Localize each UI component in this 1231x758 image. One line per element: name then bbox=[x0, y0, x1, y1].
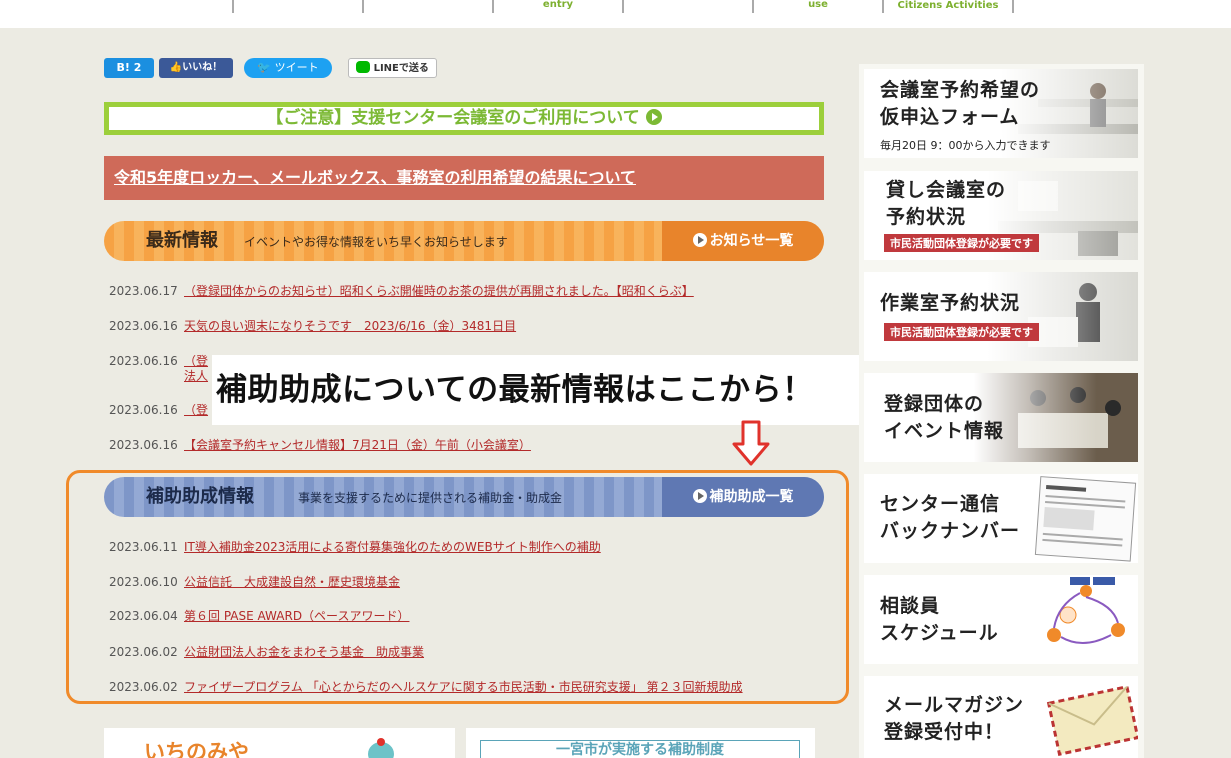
meeting-room-notice-text: 【ご注意】支援センター会議室のご利用について bbox=[266, 108, 640, 128]
twitter-bird-icon: 🐦 bbox=[257, 61, 272, 74]
grant-link[interactable]: IT導入補助金2023活用による寄付募集強化のためのWEBサイト制作への補助 bbox=[184, 540, 601, 554]
grant-date: 2023.06.02 bbox=[109, 680, 178, 694]
news-date: 2023.06.16 bbox=[109, 354, 178, 368]
facebook-like-label: いいね！ bbox=[182, 62, 223, 73]
news-date: 2023.06.16 bbox=[109, 319, 178, 333]
down-arrow-icon bbox=[732, 420, 770, 466]
meeting-room-status-banner[interactable]: 貸し会議室の 予約状況 市民活動団体登録が必要です bbox=[864, 171, 1138, 260]
grants-callout: 補助助成についての最新情報はここから！ bbox=[212, 355, 894, 425]
top-navigation: entry use Citizens Activities bbox=[0, 0, 1231, 28]
mail-magazine-banner[interactable]: メールマガジン 登録受付中！ bbox=[864, 676, 1138, 758]
banner-title: 登録団体の イベント情報 bbox=[884, 393, 1005, 442]
grant-date: 2023.06.04 bbox=[109, 609, 178, 623]
city-subsidy-title: 一宮市が実施する補助制度 bbox=[480, 740, 800, 758]
ichinomiya-title: いちのみや bbox=[144, 740, 249, 758]
city-subsidy-banner[interactable]: 一宮市が実施する補助制度 bbox=[466, 728, 815, 758]
line-share-button[interactable]: LINEで送る bbox=[348, 58, 437, 78]
play-icon bbox=[692, 233, 707, 247]
banner-title: 相談員 スケジュール bbox=[880, 595, 999, 644]
line-icon bbox=[356, 61, 371, 73]
line-share-label: LINEで送る bbox=[373, 63, 429, 74]
group-events-banner[interactable]: 登録団体の イベント情報 bbox=[864, 373, 1138, 462]
nav-item-2[interactable] bbox=[362, 0, 492, 13]
nav-item-citizens-activities[interactable]: Citizens Activities bbox=[882, 0, 1012, 13]
latest-news-title: 最新情報 bbox=[146, 230, 218, 251]
play-circle-icon bbox=[645, 109, 662, 125]
locker-result-notice-link[interactable]: 令和5年度ロッカー、メールボックス、事務室の利用希望の結果について bbox=[104, 156, 824, 200]
grants-header: 補助助成情報 事業を支援するために提供される補助金・助成金 補助助成一覧 bbox=[104, 477, 824, 517]
news-link[interactable]: （登録団体からのお知らせ）昭和くらぶ開催時のお茶の提供が再開されました。【昭和く… bbox=[184, 284, 694, 298]
news-link[interactable]: （登 bbox=[184, 403, 208, 417]
meeting-room-notice-banner[interactable]: 【ご注意】支援センター会議室のご利用について bbox=[104, 102, 824, 135]
tweet-label: ツイート bbox=[274, 61, 319, 74]
nav-item-7[interactable] bbox=[1012, 0, 1142, 13]
play-icon bbox=[692, 489, 707, 503]
grant-row[interactable]: 2023.06.04 第６回 PASE AWARD（ペースアワード） bbox=[109, 607, 409, 624]
latest-news-subtitle: イベントやお得な情報をいち早くお知らせします bbox=[244, 235, 508, 249]
news-date: 2023.06.16 bbox=[109, 438, 178, 452]
grant-date: 2023.06.11 bbox=[109, 540, 178, 554]
news-date: 2023.06.16 bbox=[109, 403, 178, 417]
nav-item-4[interactable] bbox=[622, 0, 752, 13]
grant-link[interactable]: 公益信託 大成建設自然・歴史環境基金 bbox=[184, 575, 400, 589]
grant-date: 2023.06.02 bbox=[109, 645, 178, 659]
meeting-room-request-banner[interactable]: 会議室予約希望の 仮申込フォーム 毎月20日 9：00から入力できます bbox=[864, 69, 1138, 158]
grant-row[interactable]: 2023.06.10 公益信託 大成建設自然・歴史環境基金 bbox=[109, 573, 400, 590]
thumbs-up-icon: 👍 bbox=[169, 62, 183, 73]
ichinomiya-banner[interactable]: いちのみや bbox=[104, 728, 455, 758]
nav-item-entry[interactable]: entry bbox=[492, 0, 622, 13]
news-row[interactable]: 法人 bbox=[109, 367, 208, 384]
nav-item-use[interactable]: use bbox=[752, 0, 882, 13]
banner-title: 作業室予約状況 bbox=[880, 292, 1021, 314]
news-row[interactable]: 2023.06.16 天気の良い週末になりそうです 2023/6/16（金）348… bbox=[109, 317, 516, 334]
banner-title: 会議室予約希望の 仮申込フォーム bbox=[880, 79, 1041, 128]
news-date: 2023.06.17 bbox=[109, 284, 178, 298]
news-list-label: お知らせ一覧 bbox=[709, 233, 794, 249]
grants-title: 補助助成情報 bbox=[146, 486, 254, 507]
grant-link[interactable]: 公益財団法人お金をまわそう基金 助成事業 bbox=[184, 645, 424, 659]
news-link[interactable]: 法人 bbox=[184, 369, 208, 383]
grant-date: 2023.06.10 bbox=[109, 575, 178, 589]
banner-title: メールマガジン 登録受付中！ bbox=[884, 694, 1025, 743]
news-row[interactable]: 2023.06.16 （登 bbox=[109, 401, 208, 418]
latest-news-header: 最新情報 イベントやお得な情報をいち早くお知らせします お知らせ一覧 bbox=[104, 221, 824, 261]
banner-title: 貸し会議室の 予約状況 bbox=[886, 179, 1007, 228]
news-row[interactable]: 2023.06.16 【会議室予約キャンセル情報】7月21日（金）午前（小会議室） bbox=[109, 436, 531, 453]
grants-subtitle: 事業を支援するために提供される補助金・助成金 bbox=[298, 491, 563, 505]
news-link[interactable]: 【会議室予約キャンセル情報】7月21日（金）午前（小会議室） bbox=[184, 438, 531, 452]
news-link[interactable]: （登 bbox=[184, 354, 208, 368]
hatena-bookmark-button[interactable]: B! 2 bbox=[104, 58, 154, 78]
counselor-schedule-banner[interactable]: 相談員 スケジュール bbox=[864, 575, 1138, 664]
grants-list-button[interactable]: 補助助成一覧 bbox=[662, 477, 824, 517]
mascot-icon bbox=[368, 738, 394, 758]
news-link[interactable]: 天気の良い週末になりそうです 2023/6/16（金）3481日目 bbox=[184, 319, 516, 333]
news-list-button[interactable]: お知らせ一覧 bbox=[662, 221, 824, 261]
grant-link[interactable]: 第６回 PASE AWARD（ペースアワード） bbox=[184, 609, 409, 623]
grant-row[interactable]: 2023.06.02 ファイザープログラム 「心とからだのヘルスケアに関する市民活… bbox=[109, 678, 743, 695]
banner-note: 毎月20日 9：00から入力できます bbox=[880, 139, 1051, 152]
banner-title: センター通信 バックナンバー bbox=[880, 493, 1021, 542]
facebook-like-button[interactable]: 👍いいね！ bbox=[159, 58, 233, 78]
registration-required-badge: 市民活動団体登録が必要です bbox=[884, 234, 1039, 252]
tweet-button[interactable]: 🐦 ツイート bbox=[244, 58, 332, 78]
grant-row[interactable]: 2023.06.11 IT導入補助金2023活用による寄付募集強化のためのWEBサ… bbox=[109, 538, 601, 555]
registration-required-badge: 市民活動団体登録が必要です bbox=[884, 323, 1039, 341]
grant-link[interactable]: ファイザープログラム 「心とからだのヘルスケアに関する市民活動・市民研究支援」 … bbox=[184, 680, 743, 694]
grant-row[interactable]: 2023.06.02 公益財団法人お金をまわそう基金 助成事業 bbox=[109, 643, 424, 660]
grants-list-label: 補助助成一覧 bbox=[709, 489, 794, 505]
nav-item-1[interactable] bbox=[232, 0, 362, 13]
newsletter-archive-banner[interactable]: センター通信 バックナンバー bbox=[864, 474, 1138, 563]
news-row[interactable]: 2023.06.17 （登録団体からのお知らせ）昭和くらぶ開催時のお茶の提供が再開… bbox=[109, 282, 694, 299]
workroom-status-banner[interactable]: 作業室予約状況 市民活動団体登録が必要です bbox=[864, 272, 1138, 361]
